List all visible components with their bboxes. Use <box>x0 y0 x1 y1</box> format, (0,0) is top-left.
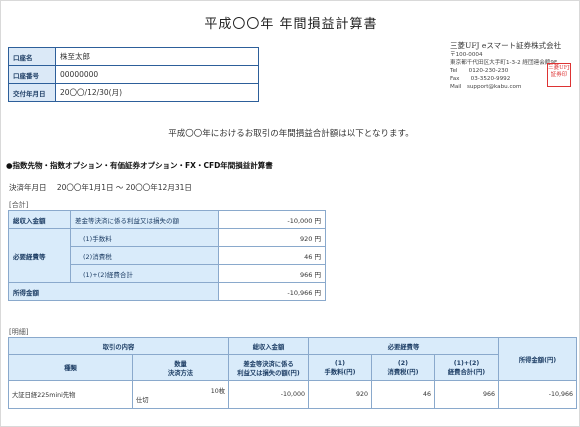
detail-table: 取引の内容 総収入金額 必要経費等 所得金額(円) 種類 数量 決済方法 差金等… <box>8 337 577 409</box>
table-row: 大証日経225mini先物 10枚 仕切 -10,000 920 46 966 … <box>8 380 577 409</box>
row-qty-method: 10枚 仕切 <box>132 380 229 409</box>
header-tax-line2: 消費税(円) <box>387 368 419 376</box>
account-row: 口座名 株至太郎 <box>8 47 259 66</box>
header-expenses: 必要経費等 <box>308 337 499 355</box>
header-fee-line2: 手数料(円) <box>324 368 356 376</box>
account-name-label: 口座名 <box>8 47 56 66</box>
row-type: 大証日経225mini先物 <box>8 380 133 409</box>
account-info-table: 口座名 株至太郎 口座番号 00000000 交付年月日 20〇〇/12/30(… <box>8 47 259 102</box>
detail-label: [明細] <box>9 328 29 336</box>
company-seal-icon: 三菱UFJ証券印 <box>547 63 571 87</box>
header-total-income: 総収入金額 <box>228 337 309 355</box>
account-row: 交付年月日 20〇〇/12/30(月) <box>8 83 259 102</box>
tax-label: (2)消費税 <box>70 246 219 265</box>
header-sum: (1)+(2) 経費合計(円) <box>434 354 499 381</box>
statement-page: 平成〇〇年 年間損益計算書 口座名 株至太郎 口座番号 00000000 交付年… <box>0 0 580 427</box>
issue-date-value: 20〇〇/12/30(月) <box>55 83 259 102</box>
header-type: 種類 <box>8 354 133 381</box>
row-fee: 920 <box>308 380 372 409</box>
table-row: 総収入金額 差金等決済に係る利益又は損失の額 -10,000 円 <box>8 210 326 229</box>
settlement-period: 決済年月日 20〇〇年1月1日 ～ 20〇〇年12月31日 <box>9 182 192 193</box>
intro-text: 平成〇〇年におけるお取引の年間損益合計額は以下となります。 <box>168 129 414 139</box>
header-content: 取引の内容 <box>8 337 229 355</box>
income-amount-label: 所得金額 <box>8 282 219 301</box>
row-sum: 966 <box>434 380 499 409</box>
table-header-row: 種類 数量 決済方法 差金等決済に係る 利益又は損失の額(円) (1) 手数料(… <box>8 354 577 381</box>
issue-date-label: 交付年月日 <box>8 83 56 102</box>
company-name: 三菱UFJ eスマート証券株式会社 <box>450 41 562 50</box>
account-number-label: 口座番号 <box>8 65 56 84</box>
header-pl-line2: 利益又は損失の額(円) <box>237 369 300 377</box>
section-title: ●指数先物・指数オプション・有価証券オプション・FX・CFD年間損益計算書 <box>6 161 273 170</box>
header-pl-line1: 差金等決済に係る <box>243 360 294 368</box>
company-postal: 〒100-0004 <box>450 52 483 58</box>
fee-value: 920 円 <box>218 228 326 247</box>
header-fee-line1: (1) <box>334 359 346 367</box>
header-tax: (2) 消費税(円) <box>371 354 435 381</box>
row-income: -10,966 <box>498 380 577 409</box>
account-name-value: 株至太郎 <box>55 47 259 66</box>
total-expenses-value: 966 円 <box>218 264 326 283</box>
header-qty: 数量 <box>174 360 187 368</box>
expenses-label: 必要経費等 <box>8 228 71 283</box>
tax-value: 46 円 <box>218 246 326 265</box>
income-label: 総収入金額 <box>8 210 71 229</box>
row-method: 仕切 <box>136 396 149 404</box>
table-row: 所得金額 -10,966 円 <box>8 282 326 301</box>
row-pl: -10,000 <box>228 380 309 409</box>
income-desc: 差金等決済に係る利益又は損失の額 <box>70 210 219 229</box>
header-method: 決済方法 <box>167 369 194 377</box>
header-fee: (1) 手数料(円) <box>308 354 372 381</box>
account-row: 口座番号 00000000 <box>8 65 259 84</box>
row-qty: 10枚 <box>210 387 225 395</box>
period-value: 20〇〇年1月1日 ～ 20〇〇年12月31日 <box>56 183 192 192</box>
summary-table: 総収入金額 差金等決済に係る利益又は損失の額 -10,000 円 必要経費等 (… <box>8 210 326 301</box>
header-qty-method: 数量 決済方法 <box>132 354 229 381</box>
table-row: 必要経費等 (1)手数料 920 円 <box>8 228 326 283</box>
header-income: 所得金額(円) <box>498 337 577 381</box>
period-label: 決済年月日 <box>9 183 47 192</box>
header-tax-line1: (2) <box>397 359 409 367</box>
table-header-row: 取引の内容 総収入金額 必要経費等 所得金額(円) <box>8 337 577 381</box>
page-title: 平成〇〇年 年間損益計算書 <box>204 17 378 32</box>
account-number-value: 00000000 <box>55 65 259 84</box>
header-sum-line1: (1)+(2) <box>453 359 480 367</box>
row-tax: 46 <box>371 380 435 409</box>
summary-label: [合計] <box>9 201 29 209</box>
header-pl: 差金等決済に係る 利益又は損失の額(円) <box>228 354 309 381</box>
header-sum-line2: 経費合計(円) <box>447 368 486 376</box>
fee-label: (1)手数料 <box>70 228 219 247</box>
income-amount-value: -10,966 円 <box>218 282 326 301</box>
income-value: -10,000 円 <box>218 210 326 229</box>
total-expenses-label: (1)+(2)経費合計 <box>70 264 219 283</box>
